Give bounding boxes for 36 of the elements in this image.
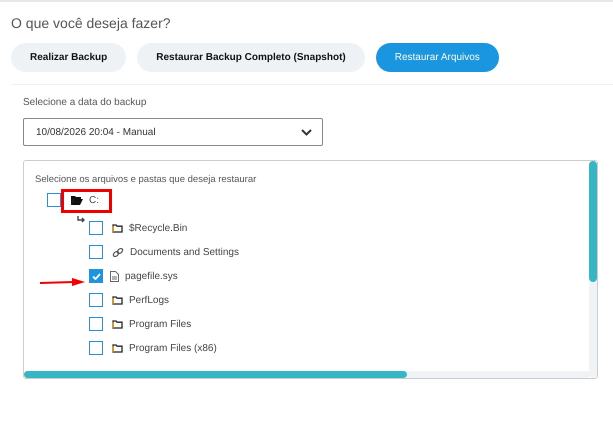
pointer-arrow <box>40 277 86 287</box>
file-icon <box>110 270 119 282</box>
tree-item-label[interactable]: Program Files <box>129 316 192 332</box>
tree-item-label[interactable]: $Recycle.Bin <box>129 220 188 236</box>
check-icon <box>92 272 100 280</box>
checkbox[interactable] <box>89 269 103 283</box>
tree-item-label[interactable]: C: <box>89 192 99 208</box>
folder-icon <box>112 223 123 233</box>
tree-item-label[interactable]: PerfLogs <box>129 292 170 308</box>
scrollbar-thumb[interactable] <box>24 371 407 378</box>
checkbox[interactable] <box>89 293 103 307</box>
checkbox[interactable] <box>47 193 61 207</box>
scrollbar-thumb[interactable] <box>589 161 597 282</box>
checkbox[interactable] <box>89 341 103 355</box>
checkbox[interactable] <box>89 245 103 259</box>
action-button[interactable]: Realizar Backup <box>11 43 126 72</box>
vertical-scrollbar[interactable] <box>589 161 597 378</box>
tree-title: Selecione os arquivos e pastas que deseja restaurar <box>35 173 256 187</box>
folder-icon <box>112 343 123 353</box>
folder-icon <box>112 295 123 305</box>
horizontal-scrollbar[interactable] <box>24 371 590 378</box>
checkbox[interactable] <box>89 317 103 331</box>
folder-icon <box>112 319 123 329</box>
link-icon <box>112 246 124 258</box>
date-select[interactable]: 10/08/2026 20:04 - Manual <box>23 118 323 146</box>
tree-item-label[interactable]: Documents and Settings <box>130 244 239 260</box>
checkbox[interactable] <box>89 221 103 235</box>
page-heading: O que você deseja fazer? <box>11 14 172 32</box>
highlight-box <box>61 189 112 213</box>
tree-item-label[interactable]: Program Files (x86) <box>129 340 217 356</box>
return-arrow-icon <box>77 216 86 224</box>
folder-open-icon <box>71 195 83 205</box>
field-label: Selecione a data do backup <box>23 96 148 110</box>
chevron-down-icon <box>301 128 312 136</box>
action-button[interactable]: Restaurar Backup Completo (Snapshot) <box>137 43 365 72</box>
tree-item-label[interactable]: pagefile.sys <box>125 268 178 284</box>
